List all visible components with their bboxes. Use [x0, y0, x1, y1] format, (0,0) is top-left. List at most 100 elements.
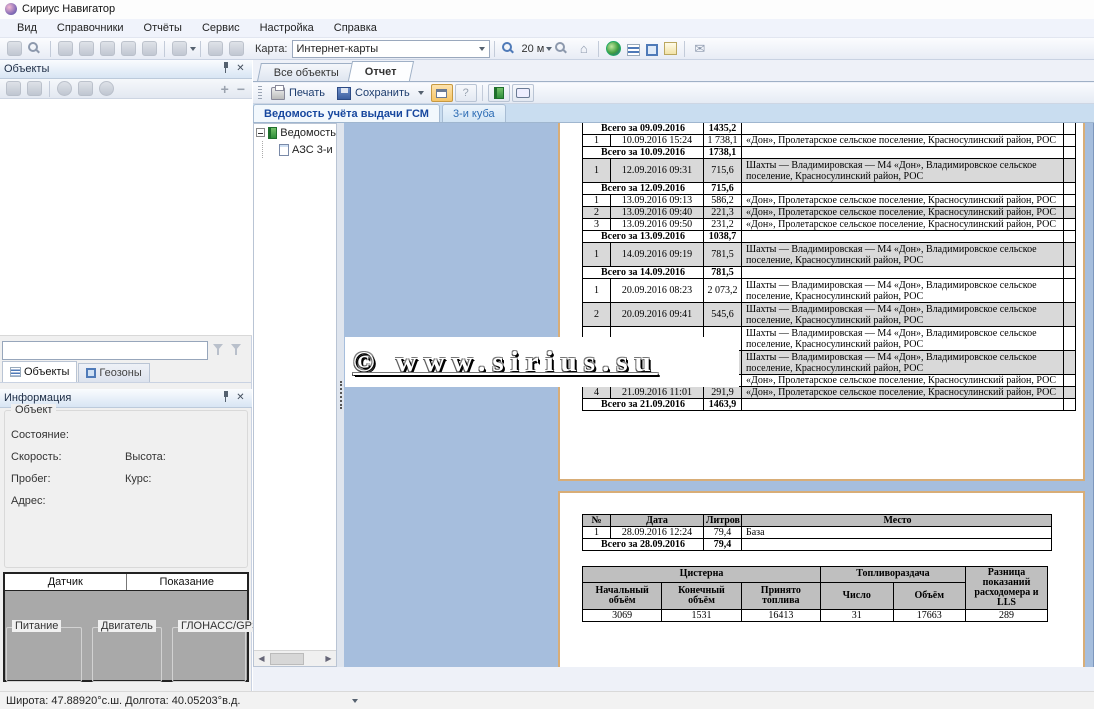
cell-empty — [742, 539, 1052, 551]
pin-icon[interactable] — [218, 62, 233, 76]
collate-button[interactable] — [512, 84, 534, 102]
mail-icon[interactable]: ✉ — [692, 41, 707, 56]
map-select[interactable]: Интернет-карты — [292, 40, 490, 58]
report-cell — [742, 183, 1064, 195]
window-icon — [436, 89, 447, 98]
rect-icon[interactable] — [121, 41, 136, 56]
globe-icon[interactable] — [57, 81, 72, 96]
report-viewport[interactable]: РОСВсего за 09.09.20161435,2110.09.2016 … — [344, 123, 1094, 667]
poi-icon[interactable] — [229, 41, 244, 56]
objects-list[interactable] — [0, 99, 252, 336]
help-button[interactable]: ? — [455, 84, 477, 102]
geozone-icon[interactable] — [646, 44, 658, 56]
collapse-icon[interactable] — [256, 128, 265, 137]
zoom-out-icon[interactable] — [555, 42, 565, 52]
flag-icon[interactable] — [142, 41, 157, 56]
notes-icon[interactable] — [664, 42, 677, 55]
menu-help[interactable]: Справка — [325, 20, 386, 36]
report-tree: Ведомость АЗС 3-и ◀ ▶ — [253, 123, 337, 667]
circle-icon[interactable] — [100, 41, 115, 56]
link-icon[interactable] — [27, 81, 42, 96]
map-label: Карта: — [255, 43, 288, 55]
report-cell — [1064, 267, 1076, 279]
tree-hscrollbar[interactable]: ◀ ▶ — [254, 650, 336, 666]
menu-directories[interactable]: Справочники — [48, 20, 133, 36]
preview-toggle-button[interactable] — [431, 84, 453, 102]
vehicle-add-icon[interactable] — [6, 81, 21, 96]
mileage-label: Пробег: — [11, 473, 51, 485]
scroll-right-icon[interactable]: ▶ — [321, 652, 336, 666]
vehicle-icon[interactable] — [78, 81, 93, 96]
menu-reports[interactable]: Отчёты — [135, 20, 191, 36]
left-dock: Объекты ✕ + − Объекты Геозоны Информация… — [0, 60, 252, 691]
group-header-dispense: Топливораздача — [821, 567, 966, 583]
report-book-button[interactable] — [488, 84, 510, 102]
report-cell: «Дон», Пролетарское сельское поселение, … — [742, 135, 1064, 147]
objects-panel-title: Объекты — [4, 63, 218, 75]
tab-geozones[interactable]: Геозоны — [78, 363, 149, 382]
tab-report-cubes[interactable]: 3-и куба — [442, 104, 506, 122]
table-total-row: Всего за 10.09.20161738,1 — [583, 147, 1076, 159]
pin-icon[interactable] — [218, 391, 233, 405]
scroll-left-icon[interactable]: ◀ — [254, 652, 269, 666]
group-header-diff: Разница показаний расходомера и LLS — [966, 567, 1048, 610]
zoom-dropdown-icon[interactable] — [546, 47, 552, 51]
menu-settings[interactable]: Настройка — [251, 20, 323, 36]
layers-dropdown-icon[interactable] — [190, 47, 196, 51]
close-icon[interactable]: ✕ — [233, 391, 248, 405]
report-cell: 545,6 — [704, 303, 742, 327]
plus-icon[interactable]: + — [221, 80, 229, 98]
table-total-row: Всего за 21.09.20161463,9 — [583, 399, 1076, 411]
splitter[interactable] — [337, 123, 344, 667]
cell-volume: 17663 — [893, 610, 966, 622]
tab-all-objects[interactable]: Все объекты — [257, 63, 356, 81]
pan-icon[interactable] — [7, 41, 22, 56]
print-button[interactable]: Печать — [265, 85, 331, 102]
list-icon[interactable] — [627, 44, 640, 56]
map-select-icon[interactable] — [58, 41, 73, 56]
course-label: Курс: — [125, 473, 151, 485]
minus-icon[interactable]: − — [237, 80, 245, 98]
zoom-in-icon[interactable] — [502, 42, 512, 52]
tree-node-child[interactable]: АЗС 3-и — [254, 141, 336, 158]
ruler-icon[interactable] — [208, 41, 223, 56]
report-cell — [742, 267, 1064, 279]
report-table-2: № Дата Литров Место 1 28.09.2016 12:24 7… — [582, 514, 1052, 551]
tree-node-root[interactable]: Ведомость — [254, 124, 336, 141]
watermark-text: © www.sirius.su — [345, 346, 658, 379]
save-button[interactable]: Сохранить — [331, 85, 416, 102]
menu-view[interactable]: Вид — [8, 20, 46, 36]
report-cell: Шахты — Владимировская — М4 «Дон», Влади… — [742, 279, 1064, 303]
separator — [684, 41, 685, 57]
globe-icon[interactable] — [606, 41, 621, 56]
report-cell: Всего за 14.09.2016 — [583, 267, 704, 279]
polygon-icon[interactable] — [79, 41, 94, 56]
statusbar-dropdown-icon[interactable] — [352, 699, 358, 703]
save-dropdown-icon[interactable] — [418, 91, 424, 95]
scroll-thumb[interactable] — [270, 653, 304, 665]
cell-received: 16413 — [741, 610, 820, 622]
report-cell: 1 — [583, 279, 611, 303]
filter-icon[interactable] — [212, 343, 226, 357]
marker-icon[interactable] — [99, 81, 114, 96]
separator — [494, 41, 495, 57]
menu-service[interactable]: Сервис — [193, 20, 249, 36]
report-cell: 715,6 — [704, 159, 742, 183]
tab-objects[interactable]: Объекты — [2, 361, 77, 382]
filter-clear-icon[interactable] — [230, 343, 244, 357]
zoom-level[interactable]: 20 м — [522, 43, 545, 55]
window-title: Сириус Навигатор — [22, 3, 115, 15]
search-input[interactable] — [2, 341, 208, 360]
tab-report-gsm[interactable]: Ведомость учёта выдачи ГСМ — [253, 104, 440, 122]
tab-report[interactable]: Отчет — [348, 61, 414, 81]
close-icon[interactable]: ✕ — [233, 62, 248, 76]
address-label: Адрес: — [11, 495, 46, 507]
report-cell: Шахты — Владимировская — М4 «Дон», Влади… — [742, 303, 1064, 327]
magnifier-icon[interactable] — [28, 42, 38, 52]
home-icon[interactable]: ⌂ — [576, 41, 591, 56]
report-cell: Шахты — Владимировская — М4 «Дон», Влади… — [742, 243, 1064, 267]
toolbar-grip[interactable] — [258, 86, 262, 100]
layers-icon[interactable] — [172, 41, 187, 56]
report-cell — [1064, 399, 1076, 411]
gnss-label: ГЛОНАСС/GPS — [178, 620, 262, 632]
